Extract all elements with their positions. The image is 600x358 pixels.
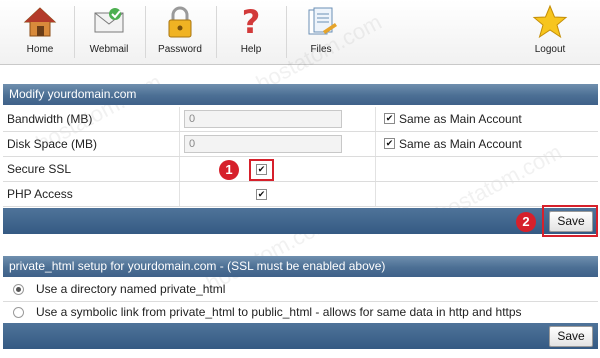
secure-ssl-row: Secure SSL ✔ [3,157,598,182]
private-html-action-bar [3,323,598,349]
home-button[interactable]: Home [11,4,69,60]
bandwidth-input[interactable] [184,110,342,128]
top-toolbar: Home Webmail Password ? Help Files Logou… [0,0,600,65]
private-html-option-row: Use a directory named private_html [3,277,598,302]
help-button[interactable]: ? Help [222,4,280,60]
webmail-icon [94,8,124,33]
column-divider [179,132,180,156]
disk-space-label: Disk Space (MB) [7,137,98,151]
help-icon: ? [242,4,261,40]
column-divider [375,107,376,131]
callout-badge-1: 1 [219,160,239,180]
toolbar-divider [74,6,75,58]
option-directory-radio[interactable] [13,284,24,295]
private-html-option-row: Use a symbolic link from private_html to… [3,300,598,325]
column-divider [375,182,376,206]
logout-label: Logout [534,44,566,55]
password-button[interactable]: Password [151,4,209,60]
callout-highlight-save [542,205,598,237]
column-divider [179,182,180,206]
disk-space-row: Disk Space (MB) ✔ Same as Main Account [3,132,598,157]
php-access-label: PHP Access [7,187,73,201]
disk-same-checkbox[interactable]: ✔ [384,138,395,149]
lock-icon [168,6,192,38]
files-label: Files [310,44,332,55]
modify-action-bar [3,208,598,234]
files-button[interactable]: Files [292,4,350,60]
bandwidth-row: Bandwidth (MB) ✔ Same as Main Account [3,107,598,132]
callout-highlight-ssl [249,159,274,181]
column-divider [375,132,376,156]
disk-same-label: Same as Main Account [399,137,522,151]
svg-text:?: ? [242,4,261,40]
private-html-section-header: private_html setup for yourdomain.com - … [3,256,598,277]
modify-section-header: Modify yourdomain.com [3,84,598,105]
bandwidth-same-label: Same as Main Account [399,112,522,126]
home-icon [23,7,57,37]
home-label: Home [26,44,54,55]
option-directory-label: Use a directory named private_html [36,282,226,296]
help-label: Help [240,44,262,55]
webmail-label: Webmail [89,44,129,55]
toolbar-divider [145,6,146,58]
toolbar-divider [286,6,287,58]
option-symlink-label: Use a symbolic link from private_html to… [36,305,522,319]
column-divider [375,157,376,181]
star-icon [532,4,568,39]
files-icon [308,7,337,35]
webmail-button[interactable]: Webmail [80,4,138,60]
callout-badge-2: 2 [516,212,536,232]
php-access-checkbox[interactable]: ✔ [256,189,267,200]
column-divider [179,107,180,131]
bandwidth-same-checkbox[interactable]: ✔ [384,113,395,124]
column-divider [179,157,180,181]
bandwidth-label: Bandwidth (MB) [7,112,93,126]
private-html-save-button[interactable]: Save [549,326,593,347]
option-symlink-radio[interactable] [13,307,24,318]
secure-ssl-label: Secure SSL [7,162,72,176]
toolbar-divider [216,6,217,58]
disk-space-input[interactable] [184,135,342,153]
logout-button[interactable]: Logout [521,4,579,60]
php-access-row: PHP Access ✔ [3,182,598,207]
password-label: Password [158,44,202,55]
